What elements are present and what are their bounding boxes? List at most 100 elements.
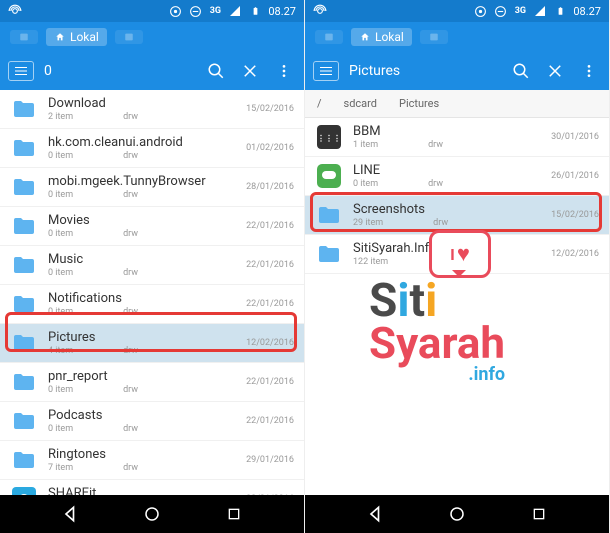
list-item[interactable]: SitiSyarah.Info122 itemdrw12/02/2016 (305, 235, 609, 274)
folder-items: 0 item (48, 424, 73, 434)
toolbar-title: Pictures (349, 63, 499, 79)
tab-bar: Lokal (0, 22, 304, 52)
nav-recent[interactable] (528, 503, 550, 525)
tab-hidden-2[interactable] (420, 30, 448, 44)
sync-icon (473, 4, 487, 18)
tab-label: Lokal (375, 30, 404, 44)
folder-items: 2 item (48, 112, 73, 122)
folder-icon (10, 331, 38, 355)
list-item[interactable]: hk.com.cleanui.android0 itemdrw01/02/201… (0, 129, 304, 168)
folder-perm: drw (428, 140, 443, 150)
status-bar: 3G 08.27 (0, 0, 304, 22)
tab-lokal[interactable]: Lokal (46, 28, 107, 46)
list-item[interactable]: pnr_report0 itemdrw22/01/2016 (0, 363, 304, 402)
breadcrumb-seg[interactable]: / (317, 97, 322, 110)
folder-items: 122 item (353, 257, 388, 267)
nav-home[interactable] (141, 503, 163, 525)
folder-icon (10, 370, 38, 394)
signal-icon (228, 4, 242, 18)
list-item[interactable]: SHAREit0 itemdrw30/01/2016 (0, 480, 304, 495)
folder-list[interactable]: ⋮⋮⋮BBM1 itemdrw30/01/2016LINE0 itemdrw26… (305, 118, 609, 495)
nav-back[interactable] (365, 503, 387, 525)
folder-date: 22/01/2016 (246, 416, 294, 426)
folder-items: 0 item (353, 179, 378, 189)
folder-items: 0 item (48, 151, 73, 161)
list-item[interactable]: mobi.mgeek.TunnyBrowser0 itemdrw28/01/20… (0, 168, 304, 207)
folder-icon (10, 253, 38, 277)
folder-date: 28/01/2016 (246, 182, 294, 192)
more-button[interactable] (577, 59, 601, 83)
folder-icon: ⋮⋮⋮ (315, 125, 343, 149)
sync-icon (168, 4, 182, 18)
hotspot-icon (313, 4, 327, 18)
folder-name: hk.com.cleanui.android (48, 135, 238, 150)
more-button[interactable] (272, 59, 296, 83)
status-bar: 3G 08.27 (305, 0, 609, 22)
tab-bar: Lokal (305, 22, 609, 52)
folder-items: 0 item (48, 268, 73, 278)
folder-perm: drw (123, 307, 138, 317)
folder-date: 15/02/2016 (246, 104, 294, 114)
list-item[interactable]: Music0 itemdrw22/01/2016 (0, 246, 304, 285)
home-icon (54, 32, 66, 42)
screenshot-left: 3G 08.27 Lokal 0 Download2 itemdrw15/02/… (0, 0, 305, 533)
list-item[interactable]: Podcasts0 itemdrw22/01/2016 (0, 402, 304, 441)
nav-bar (0, 495, 304, 533)
folder-icon (10, 487, 38, 495)
list-item[interactable]: ⋮⋮⋮BBM1 itemdrw30/01/2016 (305, 118, 609, 157)
minus-icon (493, 4, 507, 18)
signal-icon (533, 4, 547, 18)
folder-perm: drw (123, 385, 138, 395)
search-button[interactable] (204, 59, 228, 83)
list-item[interactable]: Ringtones7 itemdrw29/01/2016 (0, 441, 304, 480)
nav-home[interactable] (446, 503, 468, 525)
close-button[interactable] (238, 59, 262, 83)
folder-date: 22/01/2016 (246, 221, 294, 231)
folder-date: 22/01/2016 (246, 299, 294, 309)
tab-lokal[interactable]: Lokal (351, 28, 412, 46)
tab-hidden[interactable] (315, 30, 343, 44)
folder-name: Download (48, 96, 238, 111)
tab-hidden[interactable] (10, 30, 38, 44)
folder-items: 0 item (48, 190, 73, 200)
list-item[interactable]: LINE0 itemdrw26/01/2016 (305, 157, 609, 196)
folder-list[interactable]: Download2 item drw 15/02/2016 hk.com.cleanu… (0, 90, 304, 495)
folder-items: 7 item (48, 463, 73, 473)
list-item[interactable]: Download2 item drw 15/02/2016 (0, 90, 304, 129)
breadcrumb[interactable]: / sdcard Pictures (305, 90, 609, 118)
folder-name: LINE (353, 163, 543, 178)
breadcrumb-seg[interactable]: sdcard (344, 97, 377, 110)
folder-name: Music (48, 252, 238, 267)
folder-items: 0 item (48, 229, 73, 239)
folder-perm: drw (428, 179, 443, 189)
folder-icon (10, 214, 38, 238)
folder-icon (315, 164, 343, 188)
folder-date: 01/02/2016 (246, 143, 294, 153)
tab-hidden-2[interactable] (115, 30, 143, 44)
folder-perm: drw (123, 112, 138, 122)
list-item[interactable]: Notifications0 itemdrw22/01/2016 (0, 285, 304, 324)
folder-name: Pictures (48, 330, 238, 345)
close-button[interactable] (543, 59, 567, 83)
list-item[interactable]: Pictures4 itemdrw12/02/2016 (0, 324, 304, 363)
folder-perm: drw (433, 218, 448, 228)
folder-items: 0 item (48, 385, 73, 395)
list-item[interactable]: Movies0 itemdrw22/01/2016 (0, 207, 304, 246)
folder-items: 4 item (48, 346, 73, 356)
folder-icon (10, 409, 38, 433)
menu-button[interactable] (313, 61, 339, 81)
nav-back[interactable] (60, 503, 82, 525)
folder-date: 22/01/2016 (246, 260, 294, 270)
nav-recent[interactable] (223, 503, 245, 525)
folder-icon (315, 242, 343, 266)
folder-name: SitiSyarah.Info (353, 241, 543, 256)
search-button[interactable] (509, 59, 533, 83)
home-icon (359, 32, 371, 42)
breadcrumb-seg[interactable]: Pictures (399, 97, 439, 110)
list-item[interactable]: Screenshots29 itemdrw15/02/2016 (305, 196, 609, 235)
folder-items: 29 item (353, 218, 383, 228)
folder-name: Podcasts (48, 408, 238, 423)
signal-3g-icon: 3G (208, 4, 222, 18)
menu-button[interactable] (8, 61, 34, 81)
folder-items: 1 item (353, 140, 378, 150)
